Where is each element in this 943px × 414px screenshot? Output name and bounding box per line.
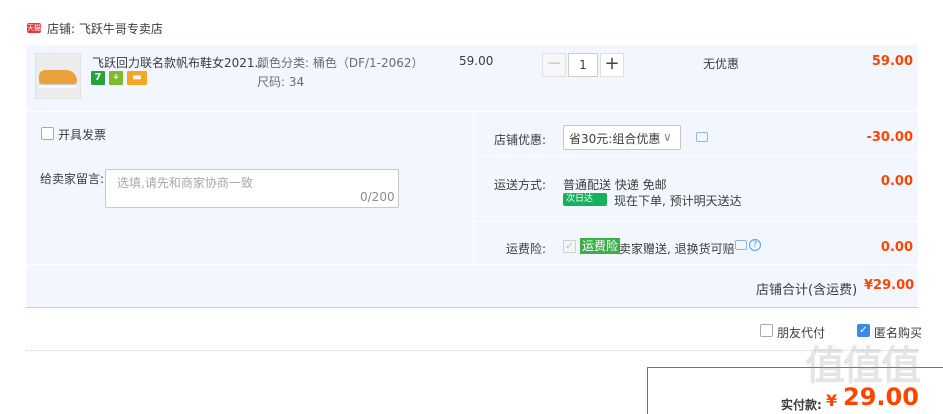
coupon-label: 店铺优惠: bbox=[494, 133, 547, 147]
seven-day-return-icon: 7 bbox=[91, 71, 105, 85]
shoe-image bbox=[39, 70, 77, 84]
options-divider-row bbox=[26, 264, 918, 265]
store-name[interactable]: 店铺: 飞跃牛哥专卖店 bbox=[47, 20, 163, 37]
chat-icon[interactable] bbox=[735, 240, 747, 250]
message-placeholder: 选填,请先和商家协商一致 bbox=[117, 176, 253, 190]
quantity-increase-button[interactable]: + bbox=[600, 53, 624, 77]
friend-pay-checkbox[interactable] bbox=[760, 324, 773, 337]
message-label: 给卖家留言: bbox=[40, 172, 105, 186]
insurance-description: 卖家赠送, 退换货可赔 bbox=[619, 242, 735, 256]
service-icon: ⚘ bbox=[109, 71, 123, 85]
quantity-input[interactable]: 1 bbox=[568, 53, 598, 77]
options-divider bbox=[473, 112, 474, 264]
pay-label: 实付款: bbox=[781, 398, 822, 412]
store-total-label: 店铺合计(含运费) bbox=[756, 283, 858, 298]
coupon-selected-value: 省30元:组合优惠 bbox=[569, 132, 661, 146]
options-divider-row bbox=[474, 221, 918, 222]
store-total-amount: ¥29.00 bbox=[864, 278, 915, 293]
insurance-label: 运费险: bbox=[506, 242, 547, 256]
pay-amount: 29.00 bbox=[843, 383, 919, 411]
item-subtotal: 59.00 bbox=[871, 54, 913, 69]
message-char-count: 0/200 bbox=[360, 190, 395, 204]
tmall-store-icon: 天猫 bbox=[27, 23, 41, 33]
quantity-decrease-button[interactable]: − bbox=[542, 53, 566, 77]
invoice-checkbox[interactable] bbox=[41, 127, 54, 140]
product-size-spec: 尺码: 34 bbox=[257, 75, 305, 89]
shipping-amount: 0.00 bbox=[880, 174, 913, 189]
invoice-label[interactable]: 开具发票 bbox=[58, 126, 106, 143]
insurance-checkbox[interactable]: ✓ bbox=[563, 240, 576, 253]
shipping-method: 普通配送 快递 免邮 bbox=[563, 178, 667, 192]
insurance-amount: 0.00 bbox=[880, 240, 913, 255]
shipping-label: 运送方式: bbox=[494, 178, 547, 192]
delivery-estimate: 现在下单, 预计明天送达 bbox=[614, 194, 742, 208]
item-discount: 无优惠 bbox=[703, 57, 740, 71]
shoe-sole-image bbox=[39, 84, 77, 88]
chat-icon[interactable] bbox=[696, 132, 708, 142]
unit-price: 59.00 bbox=[459, 54, 494, 68]
chevron-down-icon: ∨ bbox=[663, 130, 672, 144]
pay-currency: ¥ bbox=[826, 391, 838, 410]
insurance-badge: 运费险 bbox=[580, 238, 621, 254]
product-title[interactable]: 飞跃回力联名款帆布鞋女2021... bbox=[92, 54, 266, 71]
next-day-badge: 次日达 bbox=[563, 193, 607, 206]
product-color-spec: 颜色分类: 桶色（DF/1-2062） bbox=[257, 56, 424, 70]
options-divider-row bbox=[474, 155, 918, 156]
coupon-amount: -30.00 bbox=[866, 130, 913, 145]
card-payment-icon: ▬ bbox=[127, 71, 147, 85]
footer-divider bbox=[26, 350, 918, 351]
help-icon[interactable]: ? bbox=[749, 239, 761, 251]
